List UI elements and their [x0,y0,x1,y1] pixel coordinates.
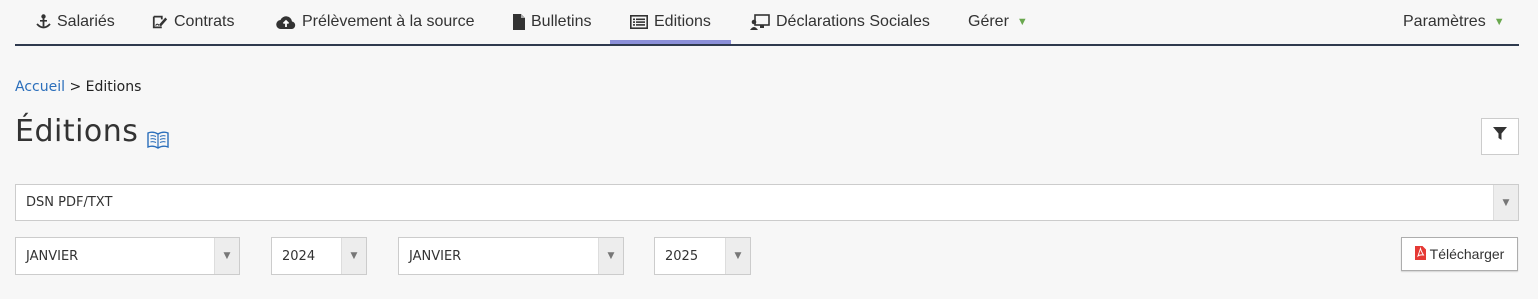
top-navigation: Salariés Contrats Prélèvement à la sourc… [15,0,1519,46]
nav-label-contrats: Contrats [174,13,235,30]
nav-item-editions[interactable]: Editions [610,0,731,44]
chevron-down-icon: ▼ [341,238,366,274]
from-month-value: JANVIER [26,248,79,264]
nav-item-prelevement[interactable]: Prélèvement à la source [276,0,475,44]
nav-item-parametres[interactable]: Paramètres ▼ [1403,0,1505,44]
file-icon [513,14,525,30]
nav-label-gerer: Gérer [968,13,1009,30]
document-type-select[interactable]: DSN PDF/TXT ▼ [15,184,1519,221]
download-button[interactable]: Télécharger [1401,237,1518,271]
chevron-down-icon: ▼ [214,238,239,274]
page-title: Éditions [15,114,139,149]
chevron-down-icon: ▼ [1493,16,1505,28]
to-year-value: 2025 [665,248,699,264]
nav-item-salaries[interactable]: Salariés [35,0,115,44]
cloud-upload-icon [276,14,296,30]
nav-label-editions: Editions [654,13,711,30]
breadcrumb-home-link[interactable]: Accueil [15,79,65,95]
to-month-value: JANVIER [409,248,462,264]
nav-item-declarations[interactable]: Déclarations Sociales [750,0,930,44]
breadcrumb-separator: > [69,79,82,95]
breadcrumb-current: Editions [85,79,142,95]
nav-label-parametres: Paramètres [1403,13,1486,30]
filter-icon [1493,127,1507,146]
open-book-icon[interactable] [147,131,169,149]
breadcrumb: Accueil > Editions [15,79,141,95]
pdf-file-icon [1414,245,1426,263]
chevron-down-icon: ▼ [598,238,623,274]
document-type-value: DSN PDF/TXT [26,195,113,210]
to-month-select[interactable]: JANVIER ▼ [398,237,624,275]
person-anchor-icon [35,14,51,30]
list-alt-icon [630,14,648,30]
nav-label-prelevement: Prélèvement à la source [302,13,475,30]
nav-item-contrats[interactable]: Contrats [152,0,234,44]
to-year-select[interactable]: 2025 ▼ [654,237,751,275]
nav-label-salaries: Salariés [57,13,115,30]
chevron-down-icon: ▼ [725,238,750,274]
download-label: Télécharger [1429,246,1505,262]
filter-button[interactable] [1481,118,1519,155]
from-year-value: 2024 [282,248,316,264]
nav-label-declarations: Déclarations Sociales [776,13,930,30]
chevron-down-icon: ▼ [1016,16,1028,28]
signature-icon [152,14,168,30]
from-year-select[interactable]: 2024 ▼ [271,237,367,275]
chevron-down-icon: ▼ [1493,185,1518,220]
monitor-user-icon [750,14,770,30]
from-month-select[interactable]: JANVIER ▼ [15,237,240,275]
nav-label-bulletins: Bulletins [531,13,592,30]
nav-item-gerer[interactable]: Gérer ▼ [968,0,1028,44]
nav-item-bulletins[interactable]: Bulletins [513,0,591,44]
